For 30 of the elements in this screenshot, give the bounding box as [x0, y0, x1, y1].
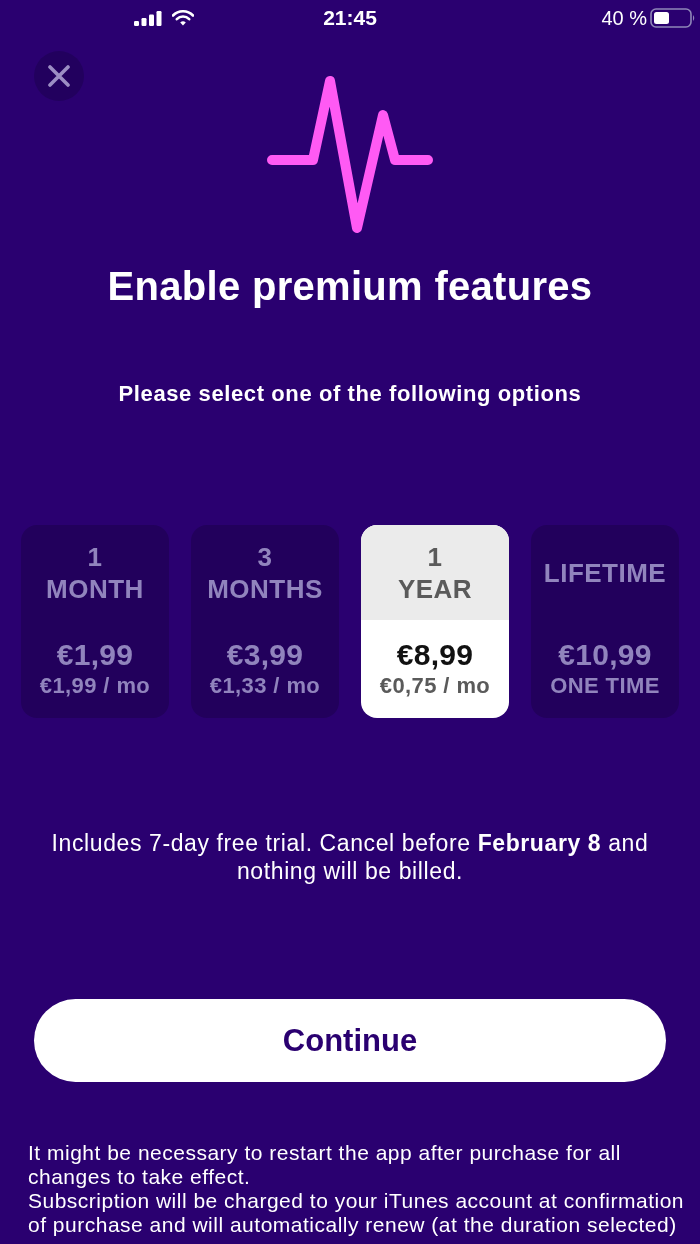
plan-price: €1,99	[56, 638, 134, 672]
plan-price: €8,99	[396, 638, 474, 672]
signal-icon	[134, 10, 162, 26]
plan-option[interactable]: 1 YEAR €8,99 €0,75 / mo	[361, 525, 509, 718]
wifi-icon	[172, 10, 194, 26]
plan-period: 3 MONTHS	[207, 540, 323, 605]
footer-text: It might be necessary to restart the app after purchase for all changes to take effect.	[28, 1141, 622, 1189]
battery-percentage: 40 %	[601, 6, 647, 30]
status-time: 21:45	[323, 6, 377, 30]
plan-period: 1 YEAR	[397, 540, 473, 605]
plan-period: 1 MONTH	[46, 540, 144, 605]
plan-price: €3,99	[226, 638, 304, 672]
plan-period: LIFETIME	[543, 556, 667, 589]
plan-per-month-price: ONE TIME	[550, 672, 660, 700]
plan-per-month-price: €1,33 / mo	[209, 672, 321, 700]
plan-per-month-price: €0,75 / mo	[379, 672, 491, 700]
plan-option[interactable]: 1 MONTH €1,99 €1,99 / mo	[21, 525, 169, 718]
close-icon	[48, 65, 70, 87]
footer-text: Subscription will be charged to your iTunes account at confirmation of purchase and will automatically renew (at the duration selected)	[28, 1189, 686, 1237]
trial-note: Includes 7-day free trial. Cancel before February 8 and nothing will be billed.	[50, 829, 650, 885]
plan-option[interactable]: LIFETIME €10,99 ONE TIME	[531, 525, 679, 718]
plan-price: €10,99	[558, 638, 652, 672]
plan-per-month-price: €1,99 / mo	[39, 672, 151, 700]
continue-button[interactable]: Continue	[34, 999, 666, 1082]
pulse-icon	[267, 75, 433, 235]
battery-icon	[650, 8, 696, 28]
title: Enable premium features	[106, 263, 594, 310]
close-button[interactable]	[34, 51, 84, 101]
subtitle: Please select one of the following options	[117, 380, 583, 408]
plan-option[interactable]: 3 MONTHS €3,99 €1,33 / mo	[191, 525, 339, 718]
